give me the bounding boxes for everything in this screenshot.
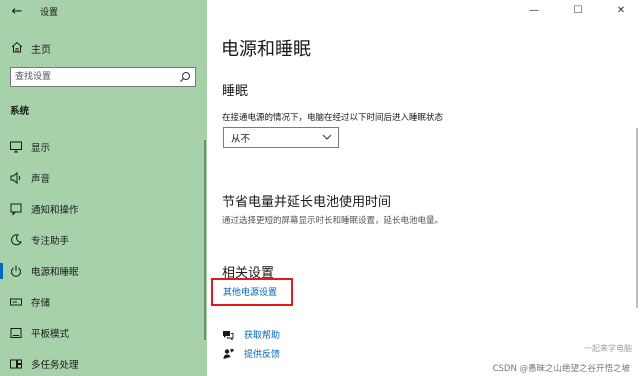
sidebar: ← 设置 主页 系统 <box>0 0 207 376</box>
sidebar-item-home-label: 主页 <box>31 45 51 56</box>
moon-icon <box>11 234 22 246</box>
monitor-icon <box>10 141 22 153</box>
titlebar-left: ← 设置 <box>0 0 207 24</box>
sidebar-item-home[interactable]: 主页 <box>0 36 207 60</box>
search-box[interactable] <box>10 67 196 87</box>
sleep-dropdown-value: 从不 <box>231 134 251 145</box>
watermark-text: CSDN @愚昧之山绝望之谷开悟之坡 <box>492 364 630 374</box>
sleep-dropdown[interactable]: 从不 <box>223 127 339 148</box>
sidebar-item-label: 多任务处理 <box>31 360 79 371</box>
section-label-system: 系统 <box>10 106 30 117</box>
maximize-button[interactable]: ☐ <box>570 4 586 18</box>
sidebar-item-label: 显示 <box>31 143 51 154</box>
sidebar-item-multitasking[interactable]: 多任务处理 <box>0 349 207 376</box>
sidebar-item-storage[interactable]: 存储 <box>0 287 207 318</box>
tablet-icon <box>10 328 22 338</box>
content-scrollbar[interactable] <box>636 128 638 308</box>
search-icon[interactable] <box>179 71 191 83</box>
search-input[interactable] <box>15 70 170 84</box>
get-help-label: 获取帮助 <box>244 331 281 341</box>
chevron-down-icon <box>322 134 332 140</box>
multitask-icon <box>10 359 22 369</box>
window-controls: — ☐ ✕ <box>520 0 640 24</box>
sidebar-item-focus-assist[interactable]: 专注助手 <box>0 225 207 256</box>
minimize-button[interactable]: — <box>526 4 542 18</box>
sidebar-item-tablet-mode[interactable]: 平板模式 <box>0 318 207 349</box>
battery-heading: 节省电量并延长电池使用时间 <box>222 195 392 210</box>
battery-description: 通过选择更短的屏幕显示时长和睡眠设置，延长电池电量。 <box>222 216 444 226</box>
sidebar-item-label: 声音 <box>31 174 51 185</box>
app-title: 设置 <box>40 8 59 18</box>
storage-icon <box>10 298 22 306</box>
sidebar-item-notifications[interactable]: 通知和操作 <box>0 194 207 225</box>
power-icon <box>11 265 21 277</box>
sidebar-item-label: 平板模式 <box>31 329 70 340</box>
feedback-person-icon <box>223 349 234 359</box>
sidebar-nav: 显示 声音 通知和操作 专注助手 电源和睡眠 存储 平板模式 多任务处理 <box>0 132 207 376</box>
feedback-link[interactable]: 提供反馈 <box>222 346 362 362</box>
sleep-heading: 睡眠 <box>222 84 249 99</box>
sidebar-scrollbar[interactable] <box>204 140 206 340</box>
speaker-icon <box>10 171 21 185</box>
sidebar-item-label: 电源和睡眠 <box>31 267 79 278</box>
active-indicator <box>0 263 3 279</box>
sidebar-item-sound[interactable]: 声音 <box>0 163 207 194</box>
sidebar-item-power-sleep[interactable]: 电源和睡眠 <box>0 256 207 287</box>
back-arrow-icon[interactable]: ← <box>8 3 26 21</box>
close-button[interactable]: ✕ <box>613 4 629 18</box>
additional-power-settings-link[interactable]: 其他电源设置 <box>223 285 277 298</box>
help-chat-icon <box>223 331 234 341</box>
watermark-overlay: 一起来学电脑 <box>584 344 632 353</box>
home-icon <box>11 41 23 53</box>
main-content: — ☐ ✕ 电源和睡眠 睡眠 在接通电源的情况下，电脑在经过以下时间后进入睡眠状… <box>207 0 640 376</box>
sidebar-item-label: 专注助手 <box>31 236 70 247</box>
feedback-label: 提供反馈 <box>244 350 281 360</box>
sidebar-item-display[interactable]: 显示 <box>0 132 207 163</box>
get-help-link[interactable]: 获取帮助 <box>222 327 362 343</box>
settings-window: ← 设置 主页 系统 <box>0 0 640 376</box>
notification-icon <box>10 203 22 216</box>
sidebar-item-label: 存储 <box>31 298 51 309</box>
sleep-description: 在接通电源的情况下，电脑在经过以下时间后进入睡眠状态 <box>222 113 444 123</box>
page-title: 电源和睡眠 <box>221 39 311 60</box>
sidebar-item-label: 通知和操作 <box>31 205 79 216</box>
